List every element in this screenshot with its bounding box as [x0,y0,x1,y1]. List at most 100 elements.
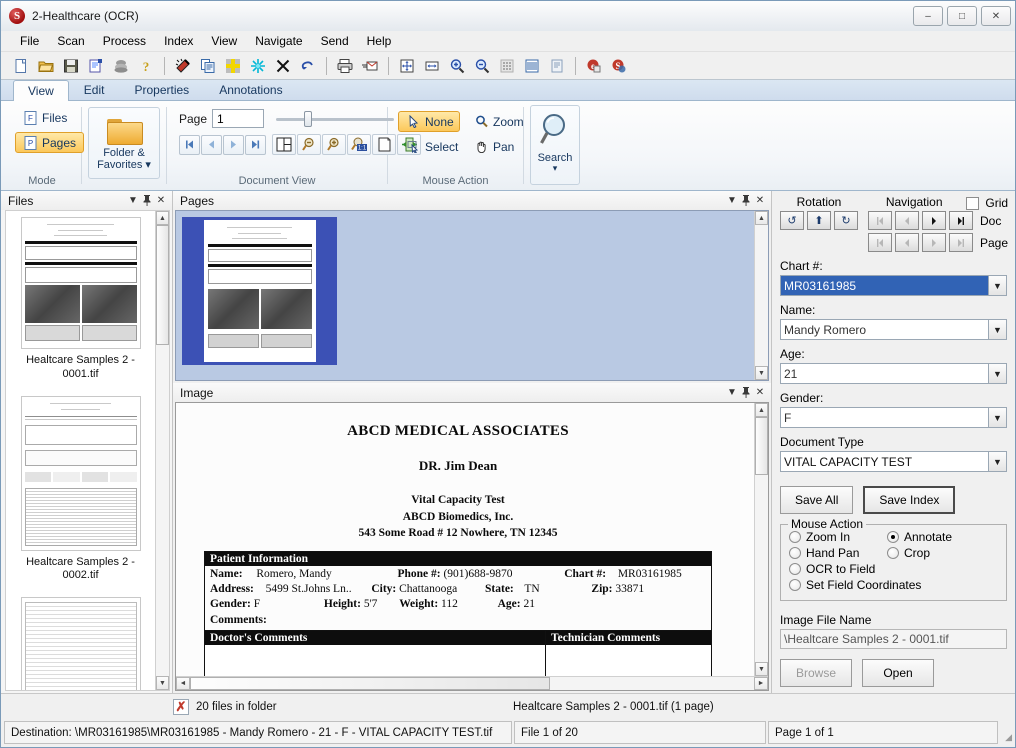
last-doc-button[interactable] [949,211,973,230]
scroll-track[interactable] [190,677,754,690]
menu-navigate[interactable]: Navigate [246,32,311,50]
first-doc-button[interactable] [868,211,892,230]
menu-send[interactable]: Send [312,32,358,50]
grid-checkbox[interactable] [966,197,979,210]
scroll-thumb[interactable] [156,225,169,345]
tab-properties[interactable]: Properties [119,79,204,100]
chevron-down-icon[interactable]: ▼ [988,319,1007,340]
chevron-down-icon[interactable]: ▼ [725,386,739,400]
fit-page-icon[interactable] [395,54,419,78]
tab-annotations[interactable]: Annotations [204,79,297,100]
ocr-stop-icon[interactable]: e [582,54,606,78]
menu-process[interactable]: Process [94,32,155,50]
tab-view[interactable]: View [13,80,69,101]
previous-page-button[interactable] [201,135,222,155]
search-caret-icon[interactable]: ▾ [553,164,558,173]
print-icon[interactable] [333,54,357,78]
radio-ocr-to-field[interactable]: OCR to Field [789,561,998,577]
send-mail-icon[interactable] [358,54,382,78]
help-question-icon[interactable]: ? [134,54,158,78]
maximize-button[interactable]: □ [947,6,977,26]
zoom-slider[interactable] [276,109,394,128]
zoom-in-icon[interactable] [445,54,469,78]
ocr-disabled-icon[interactable]: S [607,54,631,78]
radio-hand-pan[interactable]: Hand Pan [789,545,887,561]
document-vertical-scrollbar[interactable]: ▲ ▼ [754,403,768,676]
zoom-in-view-icon[interactable] [322,134,346,155]
wand-icon[interactable] [171,54,195,78]
menu-file[interactable]: File [11,32,48,50]
scroll-track[interactable] [156,225,169,676]
pages-thumbnail-list[interactable]: ▲ ▼ [175,210,769,381]
scroll-left-button[interactable]: ◄ [176,677,190,690]
chevron-down-icon[interactable]: ▼ [988,451,1007,472]
chevron-down-icon[interactable]: ▼ [126,194,140,208]
mouse-select-button[interactable]: Select [398,136,460,157]
open-folder-icon[interactable] [34,54,58,78]
page-thumbnail-selected[interactable] [182,217,337,365]
save-disk-icon[interactable] [59,54,83,78]
pin-icon[interactable] [739,194,753,208]
despeckle-icon[interactable] [246,54,270,78]
scroll-right-button[interactable]: ► [754,677,768,690]
document-type-input[interactable] [780,451,988,472]
undo-icon[interactable] [296,54,320,78]
split-view-icon[interactable] [272,134,296,155]
pin-icon[interactable] [739,386,753,400]
save-index-button[interactable]: Save Index [863,486,955,514]
list-view-icon[interactable] [520,54,544,78]
chevron-down-icon[interactable]: ▼ [988,407,1007,428]
image-file-name-input[interactable] [780,629,1007,649]
chart-number-input[interactable] [780,275,988,296]
menu-scan[interactable]: Scan [48,32,93,50]
slider-thumb[interactable] [304,111,312,127]
insert-page-icon[interactable] [221,54,245,78]
document-type-combo[interactable]: ▼ [780,451,1007,472]
next-doc-button[interactable] [922,211,946,230]
list-item[interactable]: Healtcare Samples 2 - 0001.tif [6,211,155,390]
browse-button[interactable]: Browse [780,659,852,687]
scroll-up-button[interactable]: ▲ [156,211,169,225]
scroll-up-button[interactable]: ▲ [755,403,768,417]
name-input[interactable] [780,319,988,340]
zoom-out-icon[interactable] [470,54,494,78]
gender-input[interactable] [780,407,988,428]
next-page-button[interactable] [223,135,244,155]
scanner-icon[interactable] [109,54,133,78]
name-combo[interactable]: ▼ [780,319,1007,340]
scroll-down-button[interactable]: ▼ [755,662,768,676]
close-icon[interactable]: ✕ [154,194,168,208]
mouse-none-button[interactable]: None [398,111,460,132]
document-viewer[interactable]: ABCD MEDICAL ASSOCIATES DR. Jim Dean Vit… [175,402,769,691]
mouse-zoom-button[interactable]: Zoom [466,111,532,132]
scroll-thumb[interactable] [755,417,768,475]
pin-icon[interactable] [140,194,154,208]
actual-size-icon[interactable]: 1:1 [347,134,371,155]
list-item[interactable] [6,591,155,690]
radio-crop[interactable]: Crop [887,545,930,561]
chart-number-combo[interactable]: ▼ [780,275,1007,296]
scroll-track[interactable] [755,225,768,366]
open-button[interactable]: Open [862,659,934,687]
next-page-button[interactable] [922,233,946,252]
red-x-icon[interactable]: ✗ [173,699,189,715]
pages-mode-button[interactable]: P Pages [15,132,84,153]
radio-annotate[interactable]: Annotate [887,529,952,545]
rotate-right-icon[interactable]: ↻ [834,211,858,230]
gender-combo[interactable]: ▼ [780,407,1007,428]
folder-favorites-button[interactable]: Folder & Favorites ▾ [88,107,160,179]
menu-view[interactable]: View [202,32,246,50]
resize-grip-icon[interactable]: ◢ [998,721,1012,744]
chevron-down-icon[interactable]: ▼ [988,363,1007,384]
close-icon[interactable]: ✕ [753,386,767,400]
age-combo[interactable]: ▼ [780,363,1007,384]
files-mode-button[interactable]: F Files [15,107,75,128]
chevron-down-icon[interactable]: ▼ [988,275,1007,296]
first-page-button[interactable] [179,135,200,155]
copy-icon[interactable] [196,54,220,78]
pages-scrollbar[interactable]: ▲ ▼ [754,211,768,380]
notes-icon[interactable] [545,54,569,78]
last-page-button[interactable] [949,233,973,252]
document-horizontal-scrollbar[interactable]: ◄ ► [176,676,768,690]
radio-set-field-coordinates[interactable]: Set Field Coordinates [789,577,998,593]
